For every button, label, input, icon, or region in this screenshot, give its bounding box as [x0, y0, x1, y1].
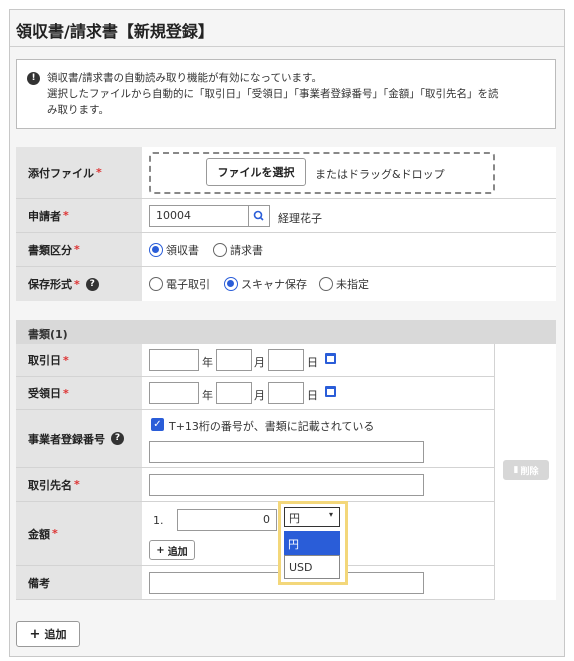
year-unit: 年 [202, 356, 213, 369]
info-line-1: 領収書/請求書の自動読み取り機能が有効になっています。 [47, 72, 322, 84]
applicant-id-input[interactable]: 10004 [149, 205, 249, 227]
calendar-icon[interactable] [325, 353, 336, 364]
header-fields: 添付ファイル * ファイルを選択 またはドラッグ&ドロップ 申請者 * 10004 … [16, 147, 556, 301]
currency-dropdown-highlight: 円 ▾ 円 USD [278, 501, 348, 585]
trade-day-input[interactable] [268, 349, 304, 371]
reg-number-row: 事業者登録番号? ✓ T+13桁の番号が、書類に記載されている [16, 410, 494, 468]
day-unit: 日 [307, 356, 318, 369]
info-line-2: 選択したファイルから自動的に「取引日」「受領日」「事業者登録番号」「金額」「取引… [47, 88, 499, 100]
title-divider [10, 46, 564, 47]
partner-input[interactable] [149, 474, 424, 496]
page-title: 領収書/請求書【新規登録】 [16, 22, 214, 41]
applicant-row: 申請者 * 10004 経理花子 [16, 199, 556, 233]
radio-selected [149, 242, 163, 257]
partner-label: 取引先名 * [16, 468, 142, 501]
month-unit: 月 [254, 356, 265, 369]
format-unspecified[interactable]: 未指定 [319, 267, 369, 301]
format-scanner[interactable]: スキャナ保存 [224, 267, 307, 301]
search-icon [253, 210, 264, 221]
radio-unselected [319, 277, 333, 291]
receipt-date-label: 受領日 * [16, 377, 142, 409]
partner-row: 取引先名 * [16, 468, 494, 502]
chevron-down-icon: ▾ [328, 510, 333, 519]
footer-add-button[interactable]: + 追加 [16, 621, 80, 647]
reg-number-label: 事業者登録番号? [16, 410, 142, 467]
drop-hint: またはドラッグ&ドロップ [315, 168, 445, 181]
plus-icon: + [156, 544, 165, 556]
trade-date-row: 取引日 * 年 月 日 [16, 344, 494, 377]
save-format-row: 保存形式 *? 電子取引 スキャナ保存 未指定 [16, 267, 556, 301]
amount-label: 金額 * [16, 502, 142, 565]
plus-icon: + [29, 626, 41, 642]
currency-select[interactable]: 円 ▾ [284, 507, 340, 527]
info-box: ! 領収書/請求書の自動読み取り機能が有効になっています。 選択したファイルから… [16, 59, 556, 129]
add-amount-button[interactable]: + 追加 [149, 540, 195, 560]
section-header: 書類(1) [16, 320, 556, 344]
amount-input[interactable]: 0 [177, 509, 277, 531]
receipt-day-input[interactable] [268, 382, 304, 404]
calendar-icon[interactable] [325, 386, 336, 397]
receipt-year-input[interactable] [149, 382, 199, 404]
help-icon[interactable]: ? [85, 277, 99, 291]
currency-selected: 円 [289, 512, 300, 525]
delete-button[interactable]: ▮ 削除 [503, 460, 549, 480]
trade-date-label: 取引日 * [16, 344, 142, 376]
attachment-row: 添付ファイル * ファイルを選択 またはドラッグ&ドロップ [16, 147, 556, 199]
doc-type-receipt[interactable]: 領収書 [149, 233, 199, 266]
trash-icon: ▮ [513, 465, 519, 475]
form-frame: 領収書/請求書【新規登録】 ! 領収書/請求書の自動読み取り機能が有効になってい… [9, 9, 565, 657]
reg-number-input[interactable] [149, 441, 424, 463]
memo-row: 備考 [16, 566, 494, 600]
radio-unselected [213, 242, 227, 257]
year-unit: 年 [202, 389, 213, 402]
month-unit: 月 [254, 389, 265, 402]
applicant-label: 申請者 * [16, 199, 142, 232]
doc-type-row: 書類区分 * 領収書 請求書 [16, 233, 556, 267]
radio-unselected [149, 277, 163, 291]
amount-row: 金額 * 1. 0 + 追加 [16, 502, 494, 566]
choose-file-button[interactable]: ファイルを選択 [206, 158, 306, 186]
applicant-search-button[interactable] [248, 205, 270, 227]
receipt-date-row: 受領日 * 年 月 日 [16, 377, 494, 410]
day-unit: 日 [307, 389, 318, 402]
currency-option-yen[interactable]: 円 [284, 531, 340, 555]
trade-year-input[interactable] [149, 349, 199, 371]
reg-number-checkbox-label: T+13桁の番号が、書類に記載されている [169, 420, 375, 433]
doc-type-invoice[interactable]: 請求書 [213, 233, 263, 266]
memo-label: 備考 [16, 566, 142, 599]
amount-index: 1. [153, 514, 164, 527]
trade-month-input[interactable] [216, 349, 252, 371]
save-format-label: 保存形式 *? [16, 267, 142, 301]
currency-option-usd[interactable]: USD [284, 555, 340, 579]
doc-type-label: 書類区分 * [16, 233, 142, 266]
radio-selected [224, 277, 238, 291]
receipt-month-input[interactable] [216, 382, 252, 404]
reg-number-checkbox[interactable]: ✓ [151, 418, 164, 431]
attachment-label: 添付ファイル * [16, 147, 142, 198]
info-icon: ! [27, 72, 40, 85]
format-electronic[interactable]: 電子取引 [149, 267, 210, 301]
info-line-3: み取ります。 [47, 104, 109, 116]
help-icon[interactable]: ? [111, 432, 124, 445]
row-actions: ▮ 削除 [494, 344, 556, 600]
applicant-name: 経理花子 [278, 212, 322, 225]
